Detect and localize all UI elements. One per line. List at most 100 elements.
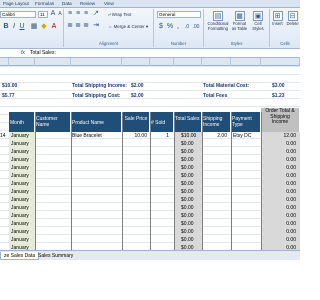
merge-center-button[interactable]: ⇔ Merge & Center ▾	[108, 23, 148, 30]
align-middle-icon[interactable]: ≡	[74, 10, 82, 18]
column-header[interactable]	[150, 58, 174, 66]
orientation-icon[interactable]: ↗	[92, 10, 100, 18]
wrap-text-button[interactable]: ⤶ Wrap Text	[108, 11, 131, 18]
cell-order-total[interactable]: 0.00	[261, 196, 297, 204]
cell-month[interactable]: January	[11, 148, 35, 156]
shipping-cost-value[interactable]: $2.00	[131, 93, 144, 100]
font-name-select[interactable]: Calibri	[0, 11, 36, 18]
header-sale-price[interactable]: Sale Price	[122, 112, 150, 132]
header-month[interactable]: Month	[9, 112, 35, 132]
tab-formulas[interactable]: Formulas	[35, 1, 54, 6]
column-header[interactable]	[71, 58, 122, 66]
header-number-sold[interactable]: # Sold	[150, 112, 174, 132]
decrease-decimal-icon[interactable]: .00	[192, 23, 200, 31]
summary-value-1[interactable]: $10.00	[2, 83, 17, 90]
header-payment-type[interactable]: Payment Type	[231, 112, 261, 132]
delete-button[interactable]: ⊟ Delete	[285, 11, 300, 27]
cell-month[interactable]: January	[11, 132, 35, 140]
cell-order-total[interactable]: 0.00	[261, 140, 297, 148]
cell-month[interactable]: January	[11, 196, 35, 204]
cell-order-total[interactable]: 0.00	[261, 212, 297, 220]
cell-total[interactable]: $0.00	[181, 180, 202, 188]
cell-order-total[interactable]: 0.00	[261, 164, 297, 172]
column-header[interactable]	[174, 58, 202, 66]
column-header[interactable]	[9, 58, 35, 66]
cell-order-total[interactable]: 0.00	[261, 172, 297, 180]
sheet-tab-sales-summary[interactable]: Sales Summary	[35, 252, 76, 260]
cell-total[interactable]: $0.00	[181, 220, 202, 228]
borders-icon[interactable]: ▦	[30, 23, 38, 31]
cell-month[interactable]: January	[11, 236, 35, 244]
material-cost-value[interactable]: $3.00	[272, 83, 285, 90]
cell-month[interactable]: January	[11, 180, 35, 188]
align-right-icon[interactable]: ≣	[82, 22, 90, 30]
comma-icon[interactable]: ,	[174, 23, 182, 31]
percent-icon[interactable]: %	[166, 23, 174, 31]
cell-total[interactable]: $0.00	[181, 228, 202, 236]
number-format-select[interactable]: General	[157, 11, 201, 18]
indent-icon[interactable]: ⇥	[92, 22, 100, 30]
cell-total[interactable]: $0.00	[181, 172, 202, 180]
align-center-icon[interactable]: ≣	[74, 22, 82, 30]
column-header[interactable]	[35, 58, 71, 66]
bold-icon[interactable]: B	[2, 23, 10, 31]
header-order-total[interactable]: Order Total & Shipping Income	[261, 108, 300, 132]
row-number[interactable]: 14	[0, 132, 9, 140]
cell-sold[interactable]: 1	[150, 132, 170, 140]
cell-order-total[interactable]: 0.00	[261, 156, 297, 164]
cell-total[interactable]: $0.00	[181, 212, 202, 220]
fill-color-icon[interactable]: ◆	[40, 23, 48, 31]
cell-total[interactable]: $0.00	[181, 196, 202, 204]
cell-month[interactable]: January	[11, 188, 35, 196]
cell-month[interactable]: January	[11, 220, 35, 228]
fees-value[interactable]: $1.23	[272, 93, 285, 100]
tab-review[interactable]: Review	[80, 1, 95, 6]
cell-month[interactable]: January	[11, 164, 35, 172]
cell-month[interactable]: January	[11, 172, 35, 180]
header-shipping-income[interactable]: Shipping Income	[202, 112, 231, 132]
shrink-font-icon[interactable]: A	[56, 10, 64, 18]
fx-icon[interactable]: fx	[21, 50, 25, 56]
cell-order-total[interactable]: 0.00	[261, 148, 297, 156]
column-header[interactable]	[261, 58, 300, 66]
cell-month[interactable]: January	[11, 212, 35, 220]
shipping-income-label[interactable]: Total Shipping Income:	[72, 83, 127, 90]
tab-page-layout[interactable]: Page Layout	[3, 1, 29, 6]
font-color-icon[interactable]: A	[50, 23, 58, 31]
cell-price[interactable]: 10.00	[122, 132, 148, 140]
cell-total[interactable]: $0.00	[181, 236, 202, 244]
cell-total[interactable]: $0.00	[181, 148, 202, 156]
summary-value-2[interactable]: $5.77	[2, 93, 15, 100]
cell-styles-button[interactable]: ▣ Cell Styles	[250, 11, 266, 31]
tab-view[interactable]: View	[104, 1, 114, 6]
cell-order-total[interactable]: 0.00	[261, 220, 297, 228]
conditional-formatting-button[interactable]: ▤ Conditional Formatting	[206, 11, 230, 31]
cell-total[interactable]: $0.00	[181, 188, 202, 196]
cell-payment[interactable]: Etsy DC	[233, 132, 261, 140]
cell-month[interactable]: January	[11, 156, 35, 164]
cell-month[interactable]: January	[11, 204, 35, 212]
align-top-icon[interactable]: ≡	[66, 10, 74, 18]
format-as-table-button[interactable]: ▦ Format as Table	[231, 11, 248, 31]
align-bottom-icon[interactable]: ≡	[82, 10, 90, 18]
cell-order-total[interactable]: 0.00	[261, 204, 297, 212]
cell-shipping[interactable]: 2.00	[202, 132, 228, 140]
cell-order-total[interactable]: 0.00	[261, 180, 297, 188]
cell-total[interactable]: $10.00	[181, 132, 202, 140]
increase-decimal-icon[interactable]: .0	[183, 23, 191, 31]
font-size-select[interactable]: 11	[38, 11, 48, 18]
shipping-cost-label[interactable]: Total Shipping Cost:	[72, 93, 121, 100]
cell-product[interactable]: Blue Bracelet	[72, 132, 122, 140]
column-header[interactable]	[231, 58, 261, 66]
italic-icon[interactable]: I	[10, 23, 18, 31]
fees-label[interactable]: Total Fees	[203, 93, 227, 100]
material-cost-label[interactable]: Total Material Cost:	[203, 83, 249, 90]
shipping-income-value[interactable]: $2.00	[131, 83, 144, 90]
column-header[interactable]	[202, 58, 231, 66]
header-customer-name[interactable]: Customer Name	[35, 112, 71, 132]
column-header[interactable]	[122, 58, 150, 66]
cell-order-total[interactable]: 12.00	[261, 132, 297, 140]
cell-order-total[interactable]: 0.00	[261, 236, 297, 244]
cell-order-total[interactable]: 0.00	[261, 188, 297, 196]
cell-total[interactable]: $0.00	[181, 164, 202, 172]
